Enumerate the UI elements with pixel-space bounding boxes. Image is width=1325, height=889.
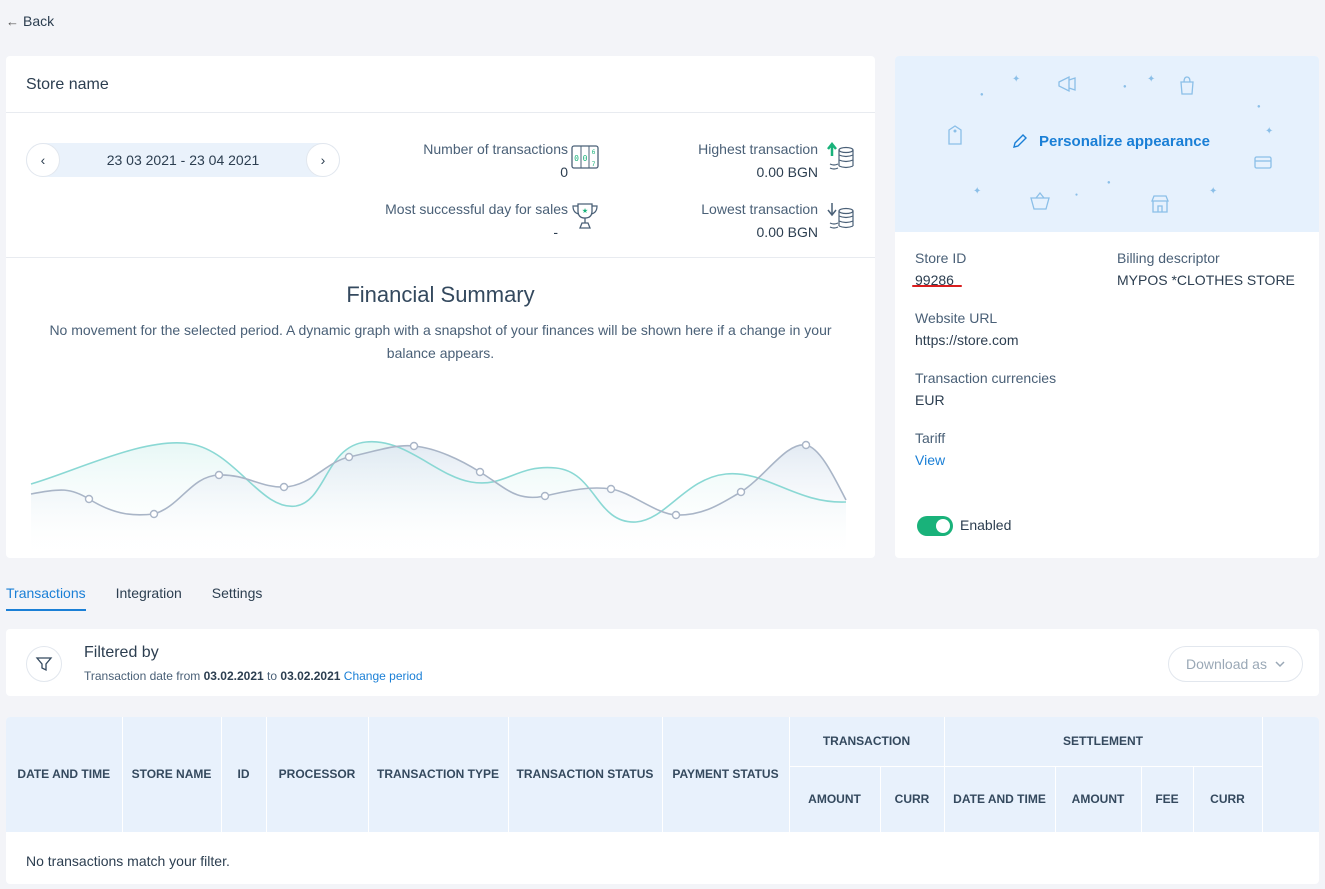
- coins-down-icon: [827, 203, 854, 229]
- placeholder-graph: [30, 440, 847, 556]
- stat-lowest-transaction: Lowest transaction 0.00 BGN: [701, 201, 818, 240]
- basket-icon: [1030, 191, 1050, 210]
- card-icon: [1254, 156, 1272, 169]
- back-label: Back: [23, 13, 55, 29]
- col-settlement-date-time[interactable]: Date and time: [944, 766, 1056, 833]
- funnel-icon: [35, 657, 53, 672]
- filter-bar: Filtered by Transaction date from 03.02.…: [6, 629, 1319, 696]
- stat-best-day: Most successful day for sales -: [385, 201, 568, 240]
- coins-up-icon: [827, 142, 854, 170]
- stat-highest-transaction: Highest transaction 0.00 BGN: [698, 141, 818, 180]
- stat-number-of-transactions: Number of transactions 0: [423, 141, 568, 180]
- filter-summary: Transaction date from 03.02.2021 to 03.0…: [84, 669, 423, 683]
- col-payment-status[interactable]: Payment status: [662, 717, 790, 833]
- tariff-view-link[interactable]: View: [915, 451, 945, 469]
- date-range-picker[interactable]: ‹ 23 03 2021 - 23 04 2021 ›: [26, 143, 340, 177]
- transactions-table: Date and time Store name ID Processor Tr…: [6, 717, 1319, 833]
- dot-icon: ●: [1257, 104, 1261, 110]
- dot-icon: ●: [1107, 180, 1111, 186]
- col-transaction-status[interactable]: Transaction status: [508, 717, 663, 833]
- tab-settings[interactable]: Settings: [212, 585, 263, 611]
- sparkle-icon: ✦: [1265, 126, 1274, 137]
- filter-to-date: 03.02.2021: [280, 669, 341, 683]
- chevron-left-icon: ‹: [40, 152, 46, 168]
- col-date-time[interactable]: Date and time: [6, 717, 123, 833]
- trophy-icon: ★: [572, 203, 598, 229]
- download-label: Download as: [1186, 656, 1267, 672]
- col-transaction-type[interactable]: Transaction type: [368, 717, 509, 833]
- col-processor[interactable]: Processor: [266, 717, 369, 833]
- next-period-button[interactable]: ›: [306, 143, 340, 177]
- col-store-name[interactable]: Store name: [122, 717, 222, 833]
- counter-icon: 0 0 6 7: [571, 145, 599, 169]
- chevron-right-icon: ›: [320, 152, 326, 168]
- change-period-link[interactable]: Change period: [344, 669, 423, 683]
- tab-transactions[interactable]: Transactions: [6, 585, 86, 611]
- empty-table-message: No transactions match your filter.: [26, 852, 230, 869]
- bag-icon: [1180, 76, 1194, 95]
- sparkle-icon: ✦: [973, 186, 982, 197]
- sparkle-icon: ✦: [1147, 74, 1156, 85]
- col-group-settlement: Settlement: [944, 717, 1263, 767]
- personalize-label: Personalize appearance: [1039, 132, 1210, 150]
- highlight-underline: [912, 285, 962, 287]
- filter-title: Filtered by: [84, 644, 159, 661]
- sparkle-icon: ✦: [1012, 74, 1021, 85]
- col-settlement-amount[interactable]: Amount: [1055, 766, 1142, 833]
- stats-section: ‹ 23 03 2021 - 23 04 2021 › Number of tr…: [6, 113, 875, 258]
- storefront-icon: [1151, 195, 1169, 213]
- back-link[interactable]: ← Back: [6, 13, 54, 29]
- financial-summary-title: Financial Summary: [346, 282, 535, 307]
- billing-descriptor-field: Billing descriptor MYPOS *CLOTHES STORE: [1117, 250, 1295, 288]
- svg-text:6: 6: [592, 149, 596, 156]
- col-id[interactable]: ID: [221, 717, 267, 833]
- col-curr[interactable]: Curr: [880, 766, 945, 833]
- toggle-knob: [936, 519, 950, 533]
- megaphone-icon: [1058, 75, 1076, 93]
- enabled-label: Enabled: [960, 517, 1012, 533]
- svg-text:7: 7: [592, 161, 596, 168]
- filter-from-date: 03.02.2021: [203, 669, 264, 683]
- store-name-title: Store name: [6, 56, 875, 113]
- svg-text:0: 0: [583, 154, 588, 163]
- personalize-appearance-button[interactable]: Personalize appearance: [1011, 132, 1210, 150]
- col-fee[interactable]: Fee: [1141, 766, 1194, 833]
- appearance-banner: ✦ ✦ ● ● ● ✦ ✦ ● ● ✦ Personalize appearan…: [895, 56, 1319, 232]
- chevron-down-icon: [1275, 661, 1285, 668]
- pencil-icon: [1013, 134, 1027, 148]
- transactions-table-card: Date and time Store name ID Processor Tr…: [6, 717, 1319, 884]
- tag-icon: [948, 125, 962, 145]
- store-id-field: Store ID 99286: [915, 250, 967, 288]
- col-actions: [1262, 717, 1319, 833]
- dot-icon: ●: [1075, 192, 1079, 198]
- filter-button[interactable]: [26, 646, 62, 682]
- svg-text:0: 0: [574, 154, 579, 163]
- prev-period-button[interactable]: ‹: [26, 143, 60, 177]
- dot-icon: ●: [980, 92, 984, 98]
- download-as-dropdown[interactable]: Download as: [1168, 646, 1303, 682]
- sparkle-icon: ✦: [1209, 186, 1218, 197]
- svg-text:★: ★: [582, 207, 588, 215]
- tab-integration[interactable]: Integration: [116, 585, 182, 611]
- store-summary-card: Store name ‹ 23 03 2021 - 23 04 2021 › N…: [6, 56, 875, 558]
- col-group-transaction: Transaction: [789, 717, 945, 767]
- store-details-card: ✦ ✦ ● ● ● ✦ ✦ ● ● ✦ Personalize appearan…: [895, 56, 1319, 558]
- transaction-currencies-field: Transaction currencies EUR: [915, 370, 1057, 408]
- tab-bar: Transactions Integration Settings: [6, 585, 262, 611]
- website-url-field: Website URL https://store.com: [915, 310, 1019, 348]
- col-settlement-curr[interactable]: Curr: [1193, 766, 1263, 833]
- enabled-toggle[interactable]: [917, 516, 953, 536]
- date-range-text: 23 03 2021 - 23 04 2021: [106, 152, 260, 168]
- arrow-left-icon: ←: [6, 13, 19, 29]
- col-amount[interactable]: Amount: [789, 766, 881, 833]
- tariff-field: Tariff View: [915, 430, 946, 469]
- financial-summary-description: No movement for the selected period. A d…: [49, 322, 832, 361]
- dot-icon: ●: [1123, 84, 1127, 90]
